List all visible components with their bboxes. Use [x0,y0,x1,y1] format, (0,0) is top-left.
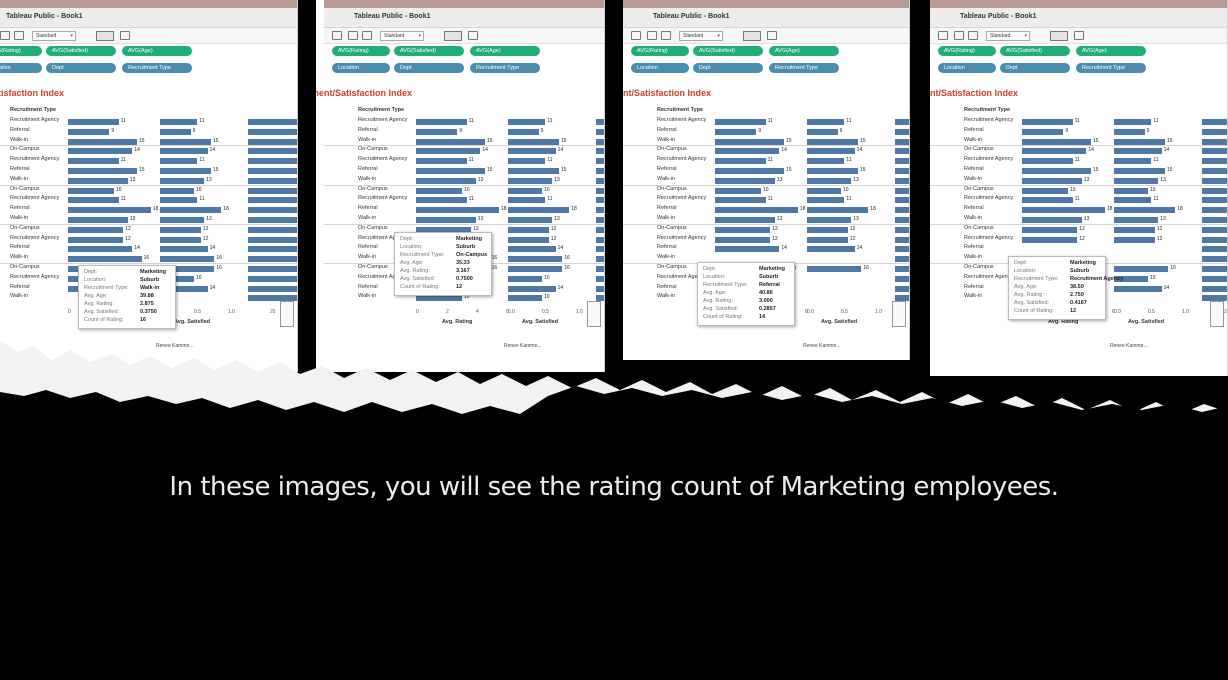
torn-paper-edge [0,340,1228,430]
caption: In these images, you will see the rating… [169,472,1059,502]
